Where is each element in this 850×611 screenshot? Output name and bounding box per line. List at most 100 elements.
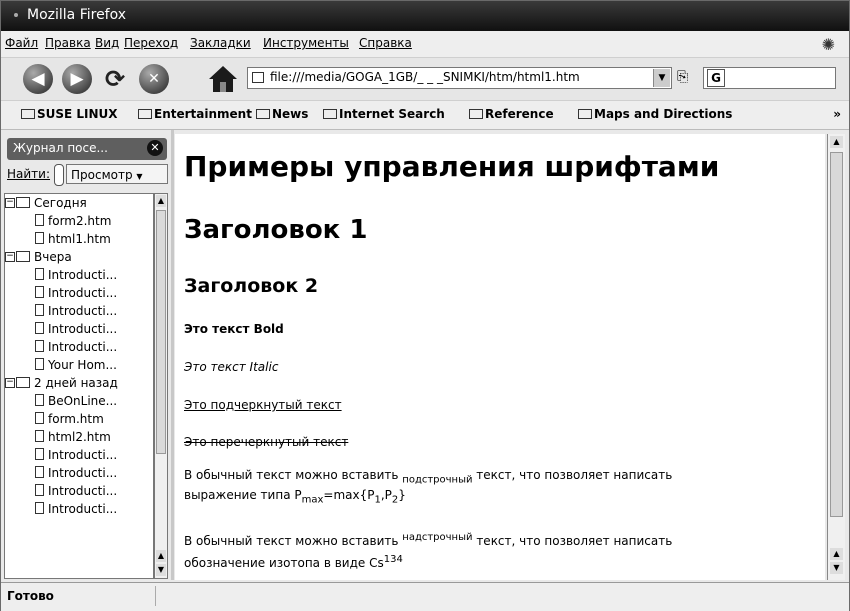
page-icon [35,322,44,334]
folder-icon [16,251,30,262]
menu-file[interactable]: Файл [5,36,38,50]
address-bar-url[interactable]: file:///media/GOGA_1GB/_ _ _SNIMKI/htm/h… [270,70,580,84]
menu-bookmarks[interactable]: Закладки [190,36,251,50]
subscript-text: max [301,494,324,506]
throbber-icon: ✺ [821,35,835,54]
scroll-up-icon[interactable]: ▲ [830,548,843,560]
menu-go[interactable]: Переход [124,36,178,50]
bookmark-reference[interactable]: Reference [469,107,554,121]
superscript-text: 134 [383,554,403,565]
scroll-up-icon[interactable]: ▲ [830,136,843,148]
scroll-up-icon[interactable]: ▲ [156,195,166,207]
folder-icon [138,109,152,119]
scroll-down-icon[interactable]: ▼ [830,562,843,574]
sidebar-title: Журнал посе... [13,141,108,155]
page-icon [35,430,44,442]
tree-label: Introducti... [48,268,118,282]
sidebar-close-icon[interactable]: ✕ [147,140,163,156]
text-run: =max{P [323,488,375,502]
text-run: В обычный текст можно вставить [184,534,403,548]
bookmark-label: News [272,107,309,121]
bookmark-label: SUSE LINUX [37,107,118,121]
go-icon[interactable]: ⎘ [677,69,688,85]
sidebar-view-dropdown[interactable]: Просмотр ▼ [66,164,168,184]
collapse-icon[interactable]: − [5,378,15,388]
menu-view[interactable]: Вид [95,36,119,50]
bookmark-maps-and-directions[interactable]: Maps and Directions [578,107,732,121]
bookmark-news[interactable]: News [256,107,308,121]
content-scrollbar[interactable]: ▲ ▲ ▼ [827,134,845,580]
menu-bar: Файл Правка Вид Переход Закладки Инструм… [1,31,849,58]
menu-tools[interactable]: Инструменты [263,36,349,50]
bookmark-label: Reference [485,107,554,121]
menu-help[interactable]: Справка [359,36,412,50]
status-text: Готово [7,589,54,603]
text-run: выражение типа P [184,488,302,502]
page-content: Примеры управления шрифтами Заголовок 1 … [175,134,825,580]
underlined-text: Это подчеркнутый текст [184,398,342,412]
search-input[interactable]: G [703,67,836,89]
bookmark-label: Entertainment [154,107,252,121]
text-run: ,P [380,488,392,502]
collapse-icon[interactable]: − [5,198,15,208]
superscript-paragraph-line-1: В обычный текст можно вставить надстрочн… [184,532,672,548]
sidebar-scrollbar[interactable]: ▲ ▲ ▼ [154,193,168,579]
bookmarks-toolbar: SUSE LINUX Entertainment News Internet S… [1,101,849,130]
tree-label: Your Hom... [48,358,117,372]
collapse-icon[interactable]: − [5,252,15,262]
bookmark-entertainment[interactable]: Entertainment [138,107,252,121]
tree-label: Introducti... [48,484,118,498]
page-icon [35,466,44,478]
folder-icon [578,109,592,119]
content-scroll-thumb[interactable] [830,152,843,517]
tree-label: html2.htm [48,430,111,444]
tree-label: Introducti... [48,502,118,516]
tree-label: Introducti... [48,340,118,354]
bookmark-label: Internet Search [339,107,445,121]
text-run: } [398,488,406,502]
strikethrough-text: Это перечеркнутый текст [184,435,349,449]
folder-icon [16,197,30,208]
menu-edit[interactable]: Правка [45,36,91,50]
forward-button[interactable]: ▶ [62,64,92,94]
tree-label: Вчера [34,250,72,264]
history-sidebar: Журнал посе... ✕ Найти: Просмотр ▼ − Сего… [1,130,171,580]
sidebar-splitter[interactable] [171,130,174,580]
superscript-text: надстрочный [402,532,473,543]
history-tree: − Сегодня form2.htm html1.htm − Вчера Intr… [4,193,154,579]
bookmarks-overflow-icon[interactable]: » [833,107,841,121]
page-icon [35,394,44,406]
stop-button[interactable]: ✕ [139,64,169,94]
folder-icon [469,109,483,119]
subscript-text: подстрочный [402,474,473,486]
reload-button[interactable]: ⟳ [100,64,130,94]
bookmark-suse-linux[interactable]: SUSE LINUX [21,107,118,121]
text-run: текст, что позволяет написать [472,534,673,548]
tree-label: Introducti... [48,304,118,318]
back-button[interactable]: ◀ [23,64,53,94]
sidebar-scroll-thumb[interactable] [156,210,166,454]
title-bar: Mozilla Firefox [1,1,849,31]
tree-label: BeOnLine... [48,394,118,408]
sidebar-find-label: Найти: [7,167,51,181]
address-dropdown-icon[interactable]: ▼ [653,69,670,87]
window-menu-icon[interactable] [14,13,18,17]
page-favicon-icon [252,72,264,83]
scroll-down-icon[interactable]: ▼ [156,564,166,576]
chevron-down-icon: ▼ [136,172,143,181]
folder-icon [16,377,30,388]
text-run: текст, что позволяет написать [472,468,673,482]
scroll-up-icon[interactable]: ▲ [156,550,166,562]
page-icon [35,484,44,496]
subscript-paragraph-line-2: выражение типа Pmax=max{P1,P2} [184,488,406,505]
page-icon [35,286,44,298]
tree-label: 2 дней назад [34,376,118,390]
superscript-paragraph-line-2: обозначение изотопа в виде Cs134 [184,554,403,570]
tree-label: form.htm [48,412,104,426]
sidebar-find-input[interactable] [54,164,64,186]
home-button[interactable] [208,64,238,94]
address-bar[interactable]: file:///media/GOGA_1GB/_ _ _SNIMKI/htm/h… [247,67,672,89]
sidebar-view-label: Просмотр [71,168,133,182]
search-engine-icon[interactable]: G [707,69,725,87]
bookmark-internet-search[interactable]: Internet Search [323,107,445,121]
